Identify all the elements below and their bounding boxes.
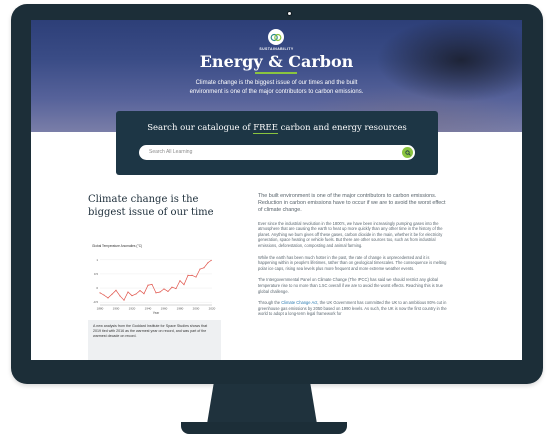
webcam-dot — [287, 11, 292, 16]
chart-point — [171, 286, 173, 288]
chart-x-tick-label: 1980 — [177, 307, 184, 311]
chart-y-tick-label: 0 — [96, 286, 98, 290]
chart-y-tick-label: -0.5 — [93, 300, 99, 304]
chart-point — [111, 293, 113, 295]
paragraph-3: The Intergovernmental Panel on Climate C… — [258, 277, 443, 294]
chart-point — [179, 280, 181, 282]
free-highlight: FREE — [253, 123, 278, 134]
chart-point — [103, 294, 105, 296]
search-input[interactable]: Search All Learning — [139, 145, 415, 160]
chart-x-tick-label: 2000 — [193, 307, 200, 311]
paragraph-2: While the earth has been much hotter in … — [258, 254, 447, 271]
chart-point — [203, 267, 205, 269]
chart-x-tick-label: 2020 — [209, 307, 216, 311]
chart-point — [175, 288, 177, 290]
search-heading-end: carbon and energy resources — [277, 123, 407, 133]
search-icon — [404, 149, 411, 156]
intro-paragraph: The built environment is one of the majo… — [258, 193, 446, 214]
chart-point — [210, 259, 212, 261]
sustainability-logo-icon[interactable] — [268, 29, 284, 45]
chart-point — [195, 276, 197, 278]
chart-y-tick-label: 0.5 — [94, 272, 99, 276]
paragraph-1: Ever since the industrial revolution in … — [258, 220, 443, 248]
chart-x-tick-label: 1920 — [129, 307, 136, 311]
chart-point — [115, 289, 117, 291]
chart-x-tick-label: 1940 — [145, 307, 152, 311]
search-heading-start: Search our catalogue of — [147, 123, 254, 133]
chart-x-tick-label: 1880 — [97, 307, 104, 311]
chart-svg: -0.5 0 0.5 1 1880 1900 1920 1940 1960 1980 2000 202… — [93, 258, 216, 315]
page-title: Energy & Carbon — [199, 52, 354, 71]
monitor-base — [181, 422, 347, 434]
chart-point — [167, 290, 169, 292]
chart-point — [147, 284, 149, 286]
search-button[interactable] — [402, 147, 413, 158]
chart-point — [191, 274, 193, 276]
paragraph-4-start: Through the — [258, 300, 282, 306]
chart-point — [131, 295, 133, 297]
chart-point — [139, 290, 141, 292]
chart-caption: A new analysis from the Goddard Institut… — [88, 320, 221, 360]
chart-y-tick-label: 1 — [96, 258, 98, 262]
chart-point — [143, 293, 145, 295]
screen: SUSTAINABILITY Energy & Carbon Climate c… — [31, 20, 522, 360]
paragraph-4: Through the Climate Change Act, the UK G… — [258, 300, 448, 317]
chart-x-label: Year — [153, 311, 160, 315]
monitor-stand — [207, 384, 317, 424]
chart-x-tick-label: 1900 — [113, 307, 120, 311]
chart-point — [207, 262, 209, 264]
search-panel: Search our catalogue of FREE carbon and … — [116, 111, 438, 175]
chart-point — [159, 291, 161, 293]
chart-point — [155, 292, 157, 294]
search-heading: Search our catalogue of FREE carbon and … — [116, 123, 438, 134]
chart-series-line — [99, 260, 212, 301]
temperature-chart: -0.5 0 0.5 1 1880 1900 1920 1940 1960 1980 2000 202… — [88, 243, 221, 318]
climate-change-act-link[interactable]: Climate Change Act — [281, 300, 317, 305]
chart-point — [123, 299, 125, 301]
section-heading: Climate change is the biggest issue of o… — [88, 194, 214, 218]
chart-point — [127, 291, 129, 293]
chart-point — [135, 293, 137, 295]
chart-title: Global Temperature Anomalies (°C) — [92, 244, 143, 248]
title-underline — [255, 72, 297, 74]
search-placeholder: Search All Learning — [149, 149, 193, 155]
chart-point — [119, 295, 121, 297]
chart-point — [199, 268, 201, 270]
article-body: The built environment is one of the majo… — [258, 193, 448, 323]
chart-point — [99, 292, 101, 294]
chart-point — [163, 288, 165, 290]
chart-point — [187, 274, 189, 276]
chart-x-tick-label: 1960 — [161, 307, 168, 311]
hero-subtitle: Climate change is the biggest issue of o… — [189, 80, 364, 95]
chart-point — [151, 283, 153, 285]
chart-point — [183, 284, 185, 286]
chart-point — [107, 297, 109, 299]
hero-kicker: SUSTAINABILITY — [259, 47, 294, 51]
